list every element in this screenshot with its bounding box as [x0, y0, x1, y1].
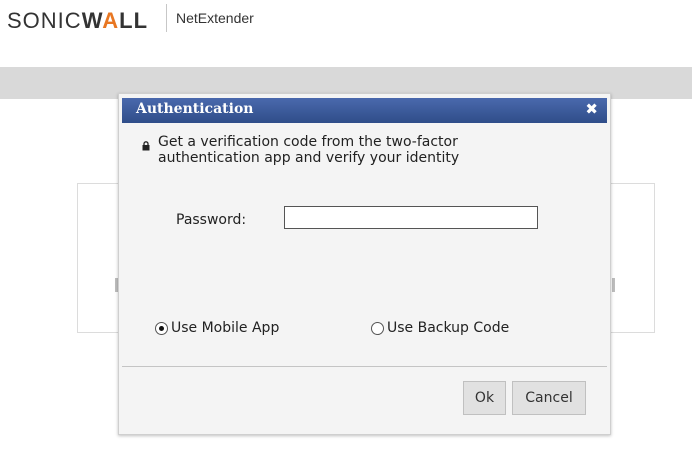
ok-button[interactable]: Ok [463, 381, 506, 415]
cancel-button[interactable]: Cancel [512, 381, 586, 415]
dialog-separator [122, 366, 607, 367]
background-panel-edge [612, 278, 615, 292]
product-name: NetExtender [176, 10, 254, 26]
use-backup-code-label: Use Backup Code [387, 320, 510, 336]
password-field[interactable] [284, 206, 538, 229]
radio-selected-indicator[interactable] [155, 321, 168, 335]
verification-message: Get a verification code from the two-fac… [158, 134, 460, 166]
lock-icon [142, 141, 150, 151]
close-icon[interactable]: ✖ [585, 100, 598, 118]
app-header: SONICWALL NetExtender [0, 0, 692, 60]
use-mobile-app-label: Use Mobile App [171, 320, 280, 336]
use-backup-code-radio[interactable]: Use Backup Code [371, 320, 509, 336]
authentication-dialog: Authentication ✖ Get a verification code… [118, 93, 611, 435]
sonicwall-logo: SONICWALL [7, 8, 149, 33]
password-label: Password: [176, 212, 247, 228]
radio-unselected-indicator[interactable] [371, 321, 384, 335]
dialog-titlebar[interactable]: Authentication ✖ [122, 98, 607, 123]
dialog-title: Authentication [136, 101, 254, 117]
use-mobile-app-radio[interactable]: Use Mobile App [155, 320, 279, 336]
header-divider [166, 4, 167, 32]
